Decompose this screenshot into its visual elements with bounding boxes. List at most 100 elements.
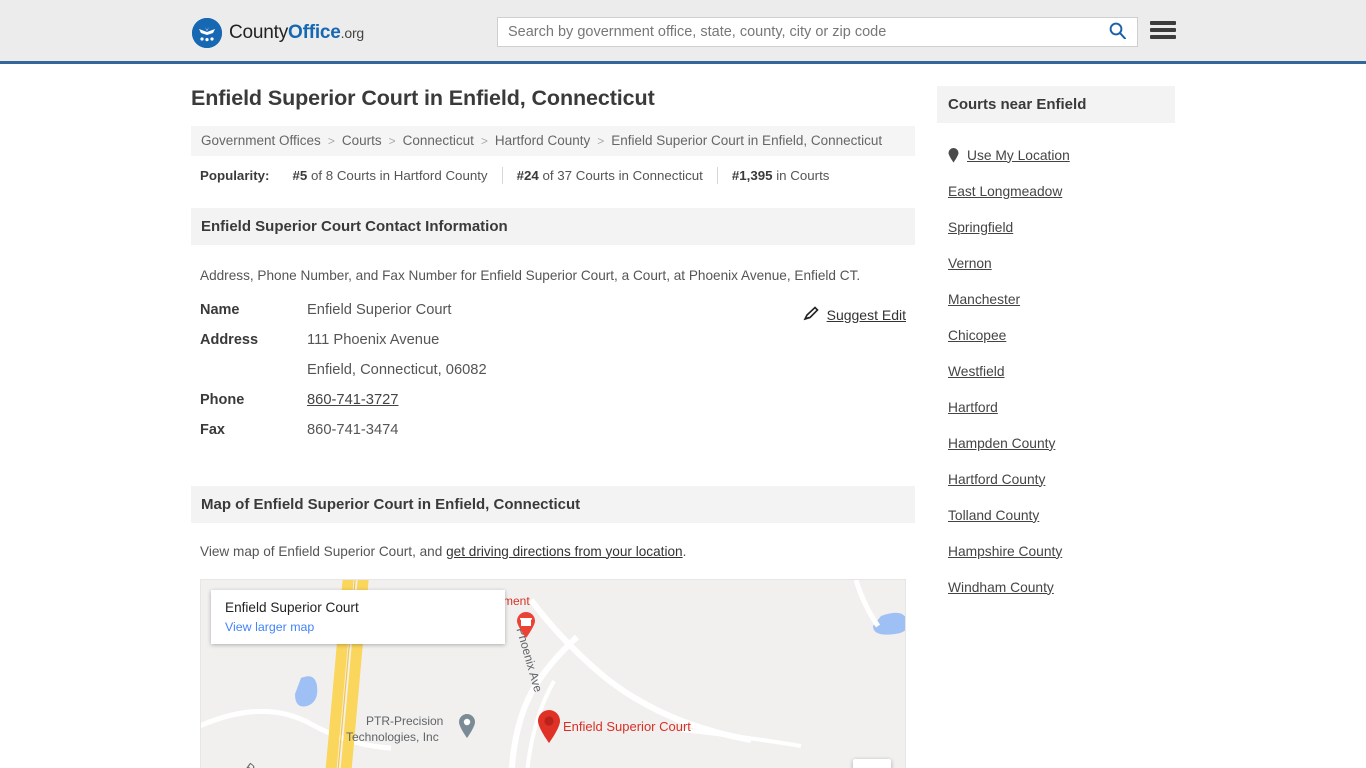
sidebar-link-westfield[interactable]: Westfield — [948, 364, 1005, 379]
suggest-edit-button[interactable]: Suggest Edit — [803, 305, 906, 325]
popularity-text-county: of 8 Courts in Hartford County — [307, 168, 488, 184]
phone-link[interactable]: 860-741-3727 — [307, 392, 398, 408]
popularity-row: Popularity: #5 of 8 Courts in Hartford C… — [191, 156, 915, 196]
main-column: Enfield Superior Court in Enfield, Conne… — [191, 86, 915, 768]
sidebar-link-east-longmeadow[interactable]: East Longmeadow — [948, 184, 1062, 199]
map-section: Map of Enfield Superior Court in Enfield… — [191, 485, 915, 768]
popularity-label: Popularity: — [200, 168, 270, 184]
sidebar-heading: Courts near Enfield — [937, 86, 1175, 123]
breadcrumb-item-current: Enfield Superior Court in Enfield, Conne… — [611, 133, 883, 149]
hamburger-menu-icon — [1150, 35, 1176, 39]
breadcrumb-item-government-offices[interactable]: Government Offices — [201, 133, 321, 148]
site-logo[interactable]: CountyOffice.org — [192, 18, 364, 48]
map-label-ptr-line2: Technologies, Inc — [346, 730, 439, 745]
sidebar-item-tolland-county[interactable]: Tolland County — [948, 497, 1164, 533]
popularity-text-state: of 37 Courts in Connecticut — [538, 168, 703, 184]
breadcrumb-item-courts[interactable]: Courts — [342, 133, 382, 148]
breadcrumb-item-hartford-county[interactable]: Hartford County — [495, 133, 590, 148]
contact-value-address-line2: Enfield, Connecticut, 06082 — [307, 361, 487, 378]
eagle-stars-emblem-icon — [192, 18, 222, 48]
content-container: Enfield Superior Court in Enfield, Conne… — [191, 64, 1175, 768]
popularity-item-state: #24 of 37 Courts in Connecticut — [503, 168, 717, 183]
contact-row-fax: Fax 860-741-3474 — [200, 422, 906, 452]
search-button[interactable] — [1097, 18, 1137, 46]
search-icon — [1109, 22, 1126, 42]
breadcrumb-item-connecticut[interactable]: Connecticut — [403, 133, 474, 148]
sidebar-item-chicopee[interactable]: Chicopee — [948, 317, 1164, 353]
map-pin-icon — [948, 147, 959, 163]
popularity-item-national: #1,395 in Courts — [718, 168, 844, 183]
sidebar-item-manchester[interactable]: Manchester — [948, 281, 1164, 317]
search-input[interactable] — [498, 18, 1097, 46]
logo-text: CountyOffice.org — [229, 22, 364, 44]
sidebar-item-vernon[interactable]: Vernon — [948, 245, 1164, 281]
sidebar-link-windham-county[interactable]: Windham County — [948, 580, 1054, 595]
hamburger-menu-icon — [1150, 28, 1176, 32]
sidebar-link-tolland-county[interactable]: Tolland County — [948, 508, 1039, 523]
sidebar-link-vernon[interactable]: Vernon — [948, 256, 992, 271]
page-body: Enfield Superior Court in Enfield, Conne… — [0, 64, 1366, 768]
sidebar-item-springfield[interactable]: Springfield — [948, 209, 1164, 245]
hamburger-menu-button[interactable] — [1150, 19, 1176, 41]
sidebar-link-manchester[interactable]: Manchester — [948, 292, 1020, 307]
sidebar-link-chicopee[interactable]: Chicopee — [948, 328, 1006, 343]
sidebar-link-hampden-county[interactable]: Hampden County — [948, 436, 1055, 451]
contact-row-name: Name Enfield Superior Court — [200, 302, 906, 332]
logo-text-org: .org — [340, 25, 365, 41]
two-column-layout: Enfield Superior Court in Enfield, Conne… — [191, 64, 1175, 768]
sidebar-item-hampden-county[interactable]: Hampden County — [948, 425, 1164, 461]
popularity-item-county: #5 of 8 Courts in Hartford County — [278, 168, 501, 183]
popularity-text-national: in Courts — [772, 168, 830, 184]
driving-directions-link[interactable]: get driving directions from your locatio… — [446, 544, 683, 559]
logo-text-office: Office — [288, 22, 341, 43]
sidebar-item-hartford[interactable]: Hartford — [948, 389, 1164, 425]
contact-information-section: Enfield Superior Court Contact Informati… — [191, 207, 915, 452]
sidebar-item-use-my-location[interactable]: Use My Location — [948, 137, 1164, 173]
sidebar-item-east-longmeadow[interactable]: East Longmeadow — [948, 173, 1164, 209]
breadcrumb-separator-icon: > — [597, 133, 605, 148]
ptr-precision-pin-icon[interactable] — [457, 713, 477, 744]
contact-row-address-line2: Enfield, Connecticut, 06082 — [200, 362, 906, 392]
sidebar-item-windham-county[interactable]: Windham County — [948, 569, 1164, 605]
sidebar-link-springfield[interactable]: Springfield — [948, 220, 1013, 235]
breadcrumb: Government Offices > Courts > Connecticu… — [191, 125, 915, 156]
map-zoom-in-button[interactable] — [853, 759, 891, 768]
popularity-rank-state: #24 — [516, 168, 539, 184]
map-description-before: View map of Enfield Superior Court, and — [200, 543, 447, 559]
enfield-superior-court-pin-icon[interactable] — [536, 710, 562, 749]
map-label-enfield-superior-court: Enfield Superior Court — [563, 719, 691, 735]
suggest-edit-label: Suggest Edit — [826, 307, 906, 323]
map-description-after: . — [682, 543, 687, 559]
map-canvas[interactable]: Enfield Superior Court View larger map a… — [200, 579, 906, 768]
sidebar-item-hartford-county[interactable]: Hartford County — [948, 461, 1164, 497]
map-section-description: View map of Enfield Superior Court, and … — [191, 523, 915, 562]
breadcrumb-separator-icon: > — [388, 133, 396, 148]
sidebar-link-hartford[interactable]: Hartford — [948, 400, 998, 415]
contact-value-name: Enfield Superior Court — [307, 301, 452, 318]
police-department-pin-icon[interactable] — [515, 611, 537, 644]
map-section-heading: Map of Enfield Superior Court in Enfield… — [191, 485, 915, 523]
sidebar-list: Use My Location East Longmeadow Springfi… — [937, 123, 1175, 605]
logo-text-county: County — [229, 22, 289, 43]
contact-label-address: Address — [200, 331, 259, 348]
sidebar-link-hampshire-county[interactable]: Hampshire County — [948, 544, 1062, 559]
contact-value-fax: 860-741-3474 — [307, 421, 399, 438]
sidebar-link-hartford-county[interactable]: Hartford County — [948, 472, 1045, 487]
breadcrumb-separator-icon: > — [480, 133, 488, 148]
map-info-card[interactable]: Enfield Superior Court View larger map — [211, 590, 505, 645]
contact-label-phone: Phone — [200, 391, 245, 408]
breadcrumb-separator-icon: > — [327, 133, 335, 148]
search-box[interactable] — [497, 17, 1138, 47]
view-larger-map-link[interactable]: View larger map — [225, 620, 314, 634]
contact-label-name: Name — [200, 301, 240, 318]
sidebar-item-hampshire-county[interactable]: Hampshire County — [948, 533, 1164, 569]
popularity-rank-county: #5 — [292, 168, 308, 184]
sidebar-link-use-my-location[interactable]: Use My Location — [967, 148, 1070, 163]
edit-pencil-icon — [803, 305, 819, 325]
contact-details-table: Suggest Edit Name Enfield Superior Court… — [191, 302, 915, 452]
contact-value-phone: 860-741-3727 — [307, 392, 398, 408]
sidebar-item-westfield[interactable]: Westfield — [948, 353, 1164, 389]
contact-section-heading: Enfield Superior Court Contact Informati… — [191, 207, 915, 245]
page-title: Enfield Superior Court in Enfield, Conne… — [191, 86, 655, 110]
map-card-title: Enfield Superior Court — [225, 600, 359, 616]
